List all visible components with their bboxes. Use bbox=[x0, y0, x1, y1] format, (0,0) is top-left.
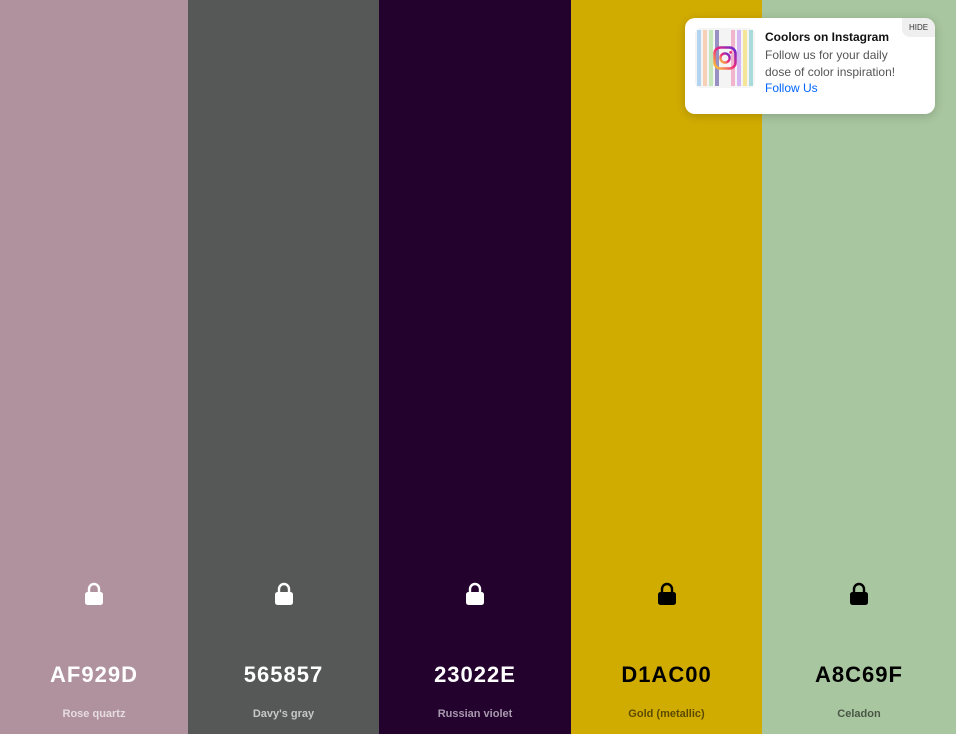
color-swatch[interactable]: AF929D Rose quartz bbox=[0, 0, 188, 734]
lock-icon[interactable] bbox=[657, 582, 677, 606]
thumbnail-color-strip bbox=[703, 30, 707, 86]
thumbnail-color-strip bbox=[749, 30, 753, 86]
hex-code[interactable]: A8C69F bbox=[762, 662, 956, 688]
promo-title: Coolors on Instagram bbox=[765, 30, 890, 44]
hex-code[interactable]: D1AC00 bbox=[571, 662, 762, 688]
color-name[interactable]: Gold (metallic) bbox=[571, 708, 762, 720]
hide-button[interactable]: HIDE bbox=[902, 18, 935, 37]
hex-code[interactable]: 565857 bbox=[188, 662, 379, 688]
hex-code[interactable]: 23022E bbox=[379, 662, 571, 688]
lock-icon[interactable] bbox=[465, 582, 485, 606]
thumbnail-color-strip bbox=[743, 30, 747, 86]
lock-icon[interactable] bbox=[274, 582, 294, 606]
hex-code[interactable]: AF929D bbox=[0, 662, 188, 688]
lock-icon[interactable] bbox=[84, 582, 104, 606]
color-swatch[interactable]: 565857 Davy's gray bbox=[188, 0, 379, 734]
thumbnail-color-strip bbox=[697, 30, 701, 86]
instagram-icon bbox=[713, 46, 737, 70]
instagram-promo: Coolors on Instagram Follow us for your … bbox=[685, 18, 935, 114]
follow-us-link[interactable]: Follow Us bbox=[765, 81, 818, 95]
color-name[interactable]: Rose quartz bbox=[0, 708, 188, 720]
color-name[interactable]: Celadon bbox=[762, 708, 956, 720]
color-name[interactable]: Russian violet bbox=[379, 708, 571, 720]
thumbnail-color-strip bbox=[737, 30, 741, 86]
color-swatch[interactable]: 23022E Russian violet bbox=[379, 0, 571, 734]
promo-thumbnail[interactable] bbox=[695, 28, 755, 88]
lock-icon[interactable] bbox=[849, 582, 869, 606]
promo-description: Follow us for your daily dose of color i… bbox=[765, 48, 896, 79]
color-name[interactable]: Davy's gray bbox=[188, 708, 379, 720]
